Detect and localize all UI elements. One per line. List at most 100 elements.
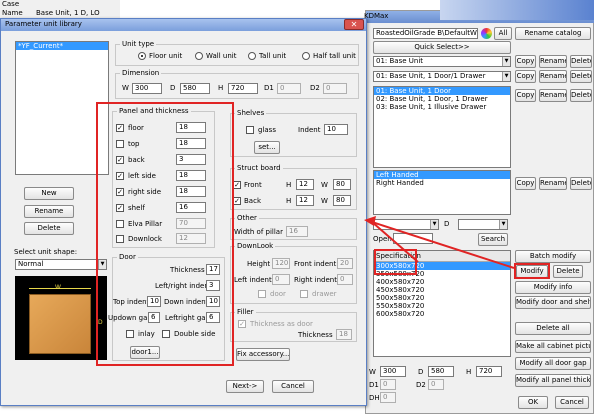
wall-unit-radio[interactable] — [195, 52, 203, 60]
category-combo[interactable]: 01: Base Unit ▼ — [373, 56, 511, 67]
filler-thickness-field[interactable]: 18 — [336, 329, 352, 340]
unit-preview: W D — [15, 276, 107, 360]
front-w-field[interactable]: 80 — [333, 179, 351, 190]
new-button[interactable]: New — [24, 187, 74, 200]
bottom-cancel-button[interactable]: Cancel — [555, 396, 589, 409]
downlook-drawer-label: drawer — [312, 290, 337, 298]
close-icon[interactable]: ✕ — [344, 19, 364, 30]
bottom-h-field[interactable]: 720 — [476, 366, 502, 377]
rename-button-3[interactable]: Rename — [539, 89, 567, 102]
rename-catalog-button[interactable]: Rename catalog — [515, 27, 591, 40]
batch-modify-button[interactable]: Batch modify — [515, 250, 591, 263]
shelves-group: Shelves — [230, 109, 357, 157]
copy-button-4[interactable]: Copy — [515, 177, 536, 190]
fix-accessory-button[interactable]: Fix accessory... — [236, 348, 290, 361]
bottom-d-field[interactable]: 580 — [428, 366, 454, 377]
unit-shape-combo[interactable]: Normal ▼ — [15, 259, 107, 270]
front-checkbox[interactable]: ✓ — [233, 181, 241, 189]
glass-checkbox[interactable] — [246, 126, 254, 134]
delete-spec-button[interactable]: Delete — [553, 265, 583, 278]
ok-button[interactable]: OK — [518, 396, 548, 409]
next-button[interactable]: Next-> — [226, 380, 264, 393]
list-item[interactable]: 01: Base Unit, 1 Door — [374, 87, 510, 95]
dialog-cancel-button[interactable]: Cancel — [272, 380, 314, 393]
dim-d1-field[interactable]: 0 — [277, 83, 301, 94]
front-indent-label: Front indent — [294, 260, 337, 268]
right-indent-field[interactable]: 0 — [337, 274, 353, 285]
unit-library-list[interactable]: *YF_Current* — [15, 41, 109, 175]
downlook-door-checkbox[interactable] — [258, 290, 266, 298]
back-struct-checkbox[interactable]: ✓ — [233, 197, 241, 205]
table-row[interactable]: 450x580x720 — [374, 286, 510, 294]
color-wheel-icon[interactable] — [481, 28, 492, 39]
delete-all-button[interactable]: Delete all — [515, 322, 591, 335]
left-indent-field[interactable]: 0 — [272, 274, 290, 285]
list-item[interactable]: Left Handed — [374, 171, 510, 179]
back-h-field[interactable]: 12 — [296, 195, 314, 206]
tall-unit-radio[interactable] — [248, 52, 256, 60]
modify-door-shelves-button[interactable]: Modify door and shelves — [515, 296, 591, 309]
downlook-door-label: door — [270, 290, 286, 298]
copy-button-1[interactable]: Copy — [515, 55, 536, 68]
arrow-line-2 — [371, 221, 419, 263]
bottom-dh-label: DH — [369, 394, 380, 402]
handing-list[interactable]: Left Handed Right Handed — [373, 170, 511, 215]
catalog-path-field[interactable]: RoastedOilGrade B\DefaultW14 — [373, 28, 478, 39]
table-row[interactable]: 550x580x720 — [374, 302, 510, 310]
tall-unit-label: Tall unit — [259, 52, 287, 60]
preview-board — [29, 294, 91, 354]
bottom-w-field[interactable]: 300 — [380, 366, 406, 377]
table-row[interactable]: 600x580x720 — [374, 310, 510, 318]
all-button[interactable]: All — [494, 27, 512, 40]
downlook-height-field[interactable]: 120 — [272, 258, 290, 269]
unit-list[interactable]: 01: Base Unit, 1 Door 02: Base Unit, 1 D… — [373, 86, 511, 168]
modify-all-door-gap-button[interactable]: Modify all door gap — [515, 357, 591, 370]
quick-select-button[interactable]: Quick Select>> — [373, 41, 511, 54]
front-h-label: H — [286, 181, 292, 189]
rename-button-1[interactable]: Rename — [539, 55, 567, 68]
shelves-label: Shelves — [235, 109, 267, 118]
indent-label: Indent — [298, 126, 321, 134]
floor-unit-radio[interactable] — [138, 52, 146, 60]
dim-d2-label: D2 — [310, 84, 320, 92]
shelf-indent-field[interactable]: 10 — [324, 124, 348, 135]
table-row[interactable]: 500x580x720 — [374, 294, 510, 302]
set-button[interactable]: set... — [254, 141, 280, 154]
rename-button-2[interactable]: Rename — [539, 70, 567, 83]
list-item[interactable]: 02: Base Unit, 1 Door, 1 Drawer — [374, 95, 510, 103]
delete-button-3[interactable]: Delete — [570, 89, 592, 102]
floor-unit-label: Floor unit — [149, 52, 183, 60]
dim-w-field[interactable]: 300 — [132, 83, 162, 94]
rename-unit-button[interactable]: Rename — [24, 205, 74, 218]
bottom-d2-field[interactable]: 0 — [428, 379, 444, 390]
copy-button-2[interactable]: Copy — [515, 70, 536, 83]
dim-d2-field[interactable]: 0 — [323, 83, 347, 94]
dim-d-field[interactable]: 580 — [180, 83, 210, 94]
list-item[interactable]: Right Handed — [374, 179, 510, 187]
make-all-pictures-button[interactable]: Make all cabinet pictures — [515, 340, 591, 353]
modify-info-button[interactable]: Modify info — [515, 281, 591, 294]
copy-button-3[interactable]: Copy — [515, 89, 536, 102]
width-pillar-field[interactable]: 16 — [286, 226, 308, 237]
rename-button-4[interactable]: Rename — [539, 177, 567, 190]
bottom-d1-field[interactable]: 0 — [380, 379, 396, 390]
dim-h-field[interactable]: 720 — [228, 83, 258, 94]
half-tall-unit-radio[interactable] — [302, 52, 310, 60]
delete-button-4[interactable]: Delete — [570, 177, 592, 190]
front-h-field[interactable]: 12 — [296, 179, 314, 190]
list-item-current[interactable]: *YF_Current* — [16, 42, 108, 50]
subcategory-combo[interactable]: 01: Base Unit, 1 Door/1 Drawer ▼ — [373, 71, 511, 82]
list-item[interactable]: 03: Base Unit, 1 Illusive Drawer — [374, 103, 510, 111]
downlook-drawer-checkbox[interactable] — [300, 290, 308, 298]
front-indent-field[interactable]: 20 — [337, 258, 353, 269]
thickness-as-door-checkbox[interactable]: ✓ — [238, 320, 246, 328]
delete-button-1[interactable]: Delete — [570, 55, 592, 68]
delete-button-2[interactable]: Delete — [570, 70, 592, 83]
back-w-field[interactable]: 80 — [333, 195, 351, 206]
delete-unit-button[interactable]: Delete — [24, 222, 74, 235]
chevron-down-icon: ▼ — [502, 72, 510, 81]
bottom-dh-field[interactable]: 0 — [380, 392, 396, 403]
arrowhead-icon — [364, 216, 376, 226]
modify-all-panel-thick-button[interactable]: Modify all panel thick — [515, 374, 591, 387]
highlight-panel-door — [96, 102, 234, 366]
